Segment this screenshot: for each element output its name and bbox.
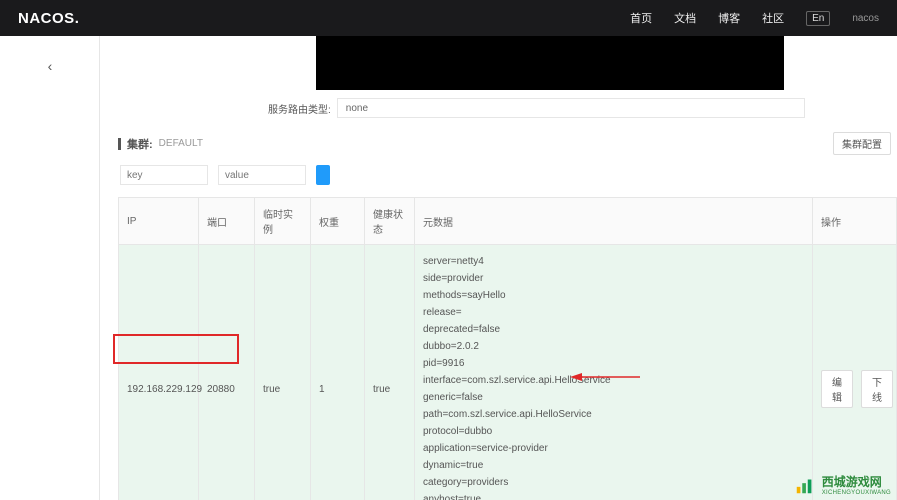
- logo-dot-icon: .: [75, 10, 80, 27]
- filter-search-button[interactable]: [316, 165, 330, 185]
- lang-toggle[interactable]: En: [806, 11, 830, 26]
- metadata-line: path=com.szl.service.api.HelloService: [423, 406, 804, 423]
- metadata-line: pid=9916: [423, 355, 804, 372]
- filter-value-input[interactable]: [218, 165, 306, 185]
- watermark: 西城游戏网 XICHENGYOUXIWANG: [794, 473, 891, 496]
- th-weight: 权重: [311, 198, 365, 245]
- cell-healthy: true: [365, 245, 415, 500]
- cell-port: 20880: [199, 245, 255, 500]
- filter-row: [120, 165, 897, 185]
- table-header-row: IP 端口 临时实例 权重 健康状态 元数据 操作: [119, 198, 897, 245]
- nav-home[interactable]: 首页: [630, 10, 652, 26]
- back-button[interactable]: ‹: [38, 54, 62, 78]
- logo: NACOS.: [18, 10, 79, 27]
- cluster-header: 集群: DEFAULT 集群配置: [118, 132, 897, 155]
- watermark-text: 西城游戏网: [822, 473, 891, 490]
- th-healthy: 健康状态: [365, 198, 415, 245]
- cell-metadata: server=netty4side=providermethods=sayHel…: [415, 245, 813, 500]
- logo-text-right: S: [64, 10, 75, 27]
- metadata-line: interface=com.szl.service.api.HelloServi…: [423, 372, 804, 389]
- th-ip: IP: [119, 198, 199, 245]
- metadata-line: release=: [423, 304, 804, 321]
- th-metadata: 元数据: [415, 198, 813, 245]
- logo-text-left: NAC: [18, 10, 52, 27]
- filter-key-input[interactable]: [120, 165, 208, 185]
- cluster-label: 集群:: [127, 136, 153, 152]
- sidebar: ‹: [0, 36, 100, 500]
- metadata-line: application=service-provider: [423, 440, 804, 457]
- routing-value-text: none: [346, 103, 368, 114]
- metadata-line: methods=sayHello: [423, 287, 804, 304]
- th-ops: 操作: [813, 198, 897, 245]
- metadata-line: server=netty4: [423, 253, 804, 270]
- table-row: 192.168.229.129 20880 true 1 true server…: [119, 245, 897, 500]
- metadata-line: protocol=dubbo: [423, 423, 804, 440]
- metadata-line: category=providers: [423, 474, 804, 491]
- metadata-line: deprecated=false: [423, 321, 804, 338]
- nav-docs[interactable]: 文档: [674, 10, 696, 26]
- cell-ephemeral: true: [255, 245, 311, 500]
- th-ephemeral: 临时实例: [255, 198, 311, 245]
- metadata-line: generic=false: [423, 389, 804, 406]
- cluster-config-button[interactable]: 集群配置: [833, 132, 891, 155]
- metadata-line: dynamic=true: [423, 457, 804, 474]
- top-navbar: NACOS. 首页 文档 博客 社区 En nacos: [0, 0, 897, 36]
- nav-community[interactable]: 社区: [762, 10, 784, 26]
- th-port: 端口: [199, 198, 255, 245]
- cell-weight: 1: [311, 245, 365, 500]
- code-preview-box: [316, 36, 784, 90]
- main-content: 服务路由类型: none 集群: DEFAULT 集群配置: [100, 36, 897, 500]
- watermark-logo-icon: [794, 474, 816, 496]
- cell-ops: 编辑 下线: [813, 245, 897, 500]
- nav-blog[interactable]: 博客: [718, 10, 740, 26]
- routing-label: 服务路由类型:: [268, 101, 331, 116]
- metadata-line: anyhost=true: [423, 491, 804, 500]
- routing-row: 服务路由类型: none: [268, 98, 897, 118]
- metadata-line: side=provider: [423, 270, 804, 287]
- top-nav-links: 首页 文档 博客 社区 En nacos: [630, 10, 879, 26]
- routing-value-field[interactable]: none: [337, 98, 805, 118]
- instances-table: IP 端口 临时实例 权重 健康状态 元数据 操作 192.168.229.12…: [118, 197, 897, 500]
- offline-button[interactable]: 下线: [861, 370, 893, 408]
- namespace-label: nacos: [852, 13, 879, 24]
- metadata-line: dubbo=2.0.2: [423, 338, 804, 355]
- watermark-subtext: XICHENGYOUXIWANG: [822, 490, 891, 496]
- cluster-name: DEFAULT: [159, 138, 203, 149]
- edit-button[interactable]: 编辑: [821, 370, 853, 408]
- cell-ip: 192.168.229.129: [119, 245, 199, 500]
- section-bar-icon: [118, 138, 121, 150]
- logo-o-icon: O: [52, 10, 64, 27]
- chevron-left-icon: ‹: [48, 58, 53, 74]
